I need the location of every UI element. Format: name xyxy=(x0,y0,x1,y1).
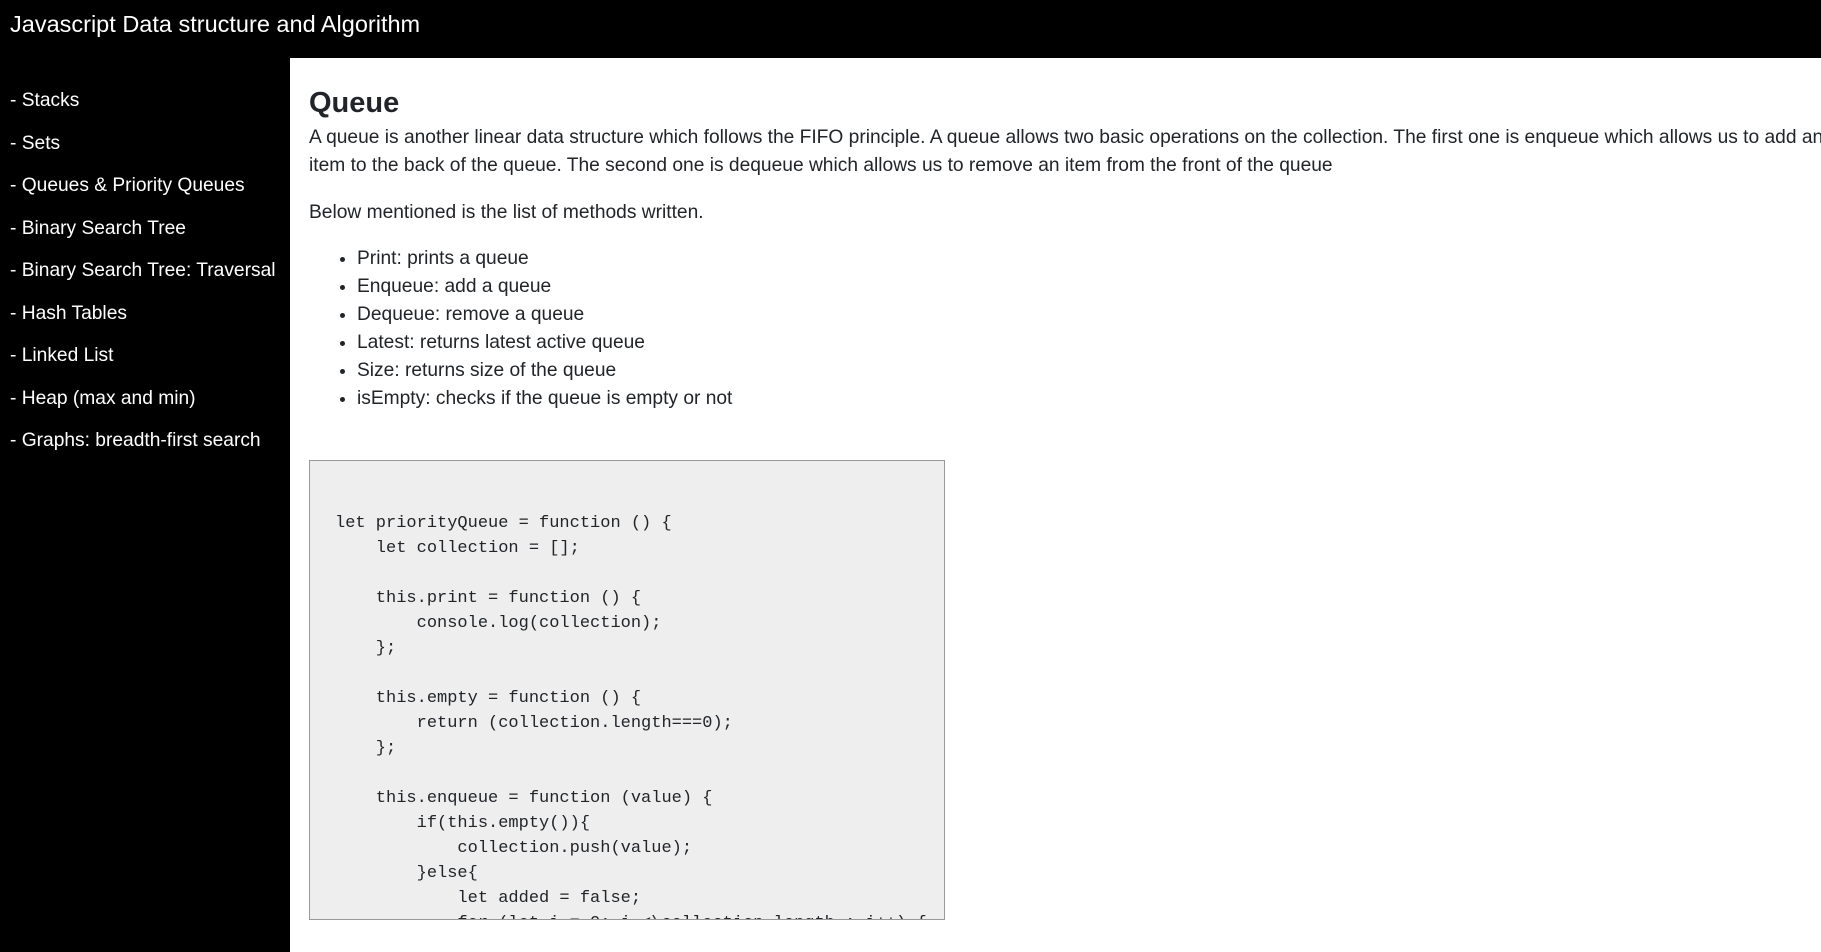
method-item-print: Print: prints a queue xyxy=(357,245,1821,273)
sidebar-item-stacks[interactable]: - Stacks xyxy=(0,88,290,131)
sidebar-menu: - Stacks - Sets - Queues & Priority Queu… xyxy=(0,58,290,471)
method-item-latest: Latest: returns latest active queue xyxy=(357,329,1821,357)
code-line: this.enqueue = function (value) { xyxy=(335,789,713,809)
method-item-isempty: isEmpty: checks if the queue is empty or… xyxy=(357,385,1821,413)
sidebar-item-label[interactable]: - Hash Tables xyxy=(10,303,127,324)
code-line: let added = false; xyxy=(335,889,642,909)
sidebar-item-label[interactable]: - Binary Search Tree: Traversal xyxy=(10,260,276,281)
method-item-size: Size: returns size of the queue xyxy=(357,357,1821,385)
sidebar-item-linked-list[interactable]: - Linked List xyxy=(0,343,290,386)
app-title: Javascript Data structure and Algorithm xyxy=(10,11,421,37)
sidebar-item-label[interactable]: - Binary Search Tree xyxy=(10,218,186,239)
sidebar-item-label[interactable]: - Sets xyxy=(10,133,60,154)
page-title: Queue xyxy=(309,87,400,119)
intro-line: item to the back of the queue. The secon… xyxy=(309,154,1333,176)
code-line: }; xyxy=(335,639,397,659)
sidebar-item-label[interactable]: - Queues & Priority Queues xyxy=(10,175,245,196)
sidebar-item-bst-traversal[interactable]: - Binary Search Tree: Traversal xyxy=(0,258,290,301)
code-line: if(this.empty()){ xyxy=(335,814,591,834)
sidebar-item-queues[interactable]: - Queues & Priority Queues xyxy=(0,173,290,216)
sidebar-item-label[interactable]: - Linked List xyxy=(10,345,113,366)
sidebar-item-binary-search-tree[interactable]: - Binary Search Tree xyxy=(0,216,290,259)
code-line: console.log(collection); xyxy=(335,614,662,634)
code-line: this.print = function () { xyxy=(335,589,642,609)
sidebar-item-label[interactable]: - Heap (max and min) xyxy=(10,388,196,409)
app-header: Javascript Data structure and Algorithm xyxy=(0,0,1821,58)
sidebar-item-hash-tables[interactable]: - Hash Tables xyxy=(0,301,290,344)
code-line: for (let i = 0; i <\collection.length ; … xyxy=(335,911,944,919)
code-line: }; xyxy=(335,739,397,759)
sidebar-item-graphs-bfs[interactable]: - Graphs: breadth-first search xyxy=(0,428,290,471)
sidebar: - Stacks - Sets - Queues & Priority Queu… xyxy=(0,58,290,952)
code-line: collection.push(value); xyxy=(335,839,693,859)
sidebar-item-sets[interactable]: - Sets xyxy=(0,131,290,174)
code-line: }else{ xyxy=(335,864,478,884)
sidebar-item-label[interactable]: - Stacks xyxy=(10,90,79,111)
code-line: let priorityQueue = function () { xyxy=(335,514,672,534)
main-content: Queue A queue is another linear data str… xyxy=(290,58,1821,952)
intro-paragraph: A queue is another linear data structure… xyxy=(309,124,1821,180)
intro-line: A queue is another linear data structure… xyxy=(309,127,1821,148)
code-block: let priorityQueue = function () { let co… xyxy=(309,460,945,921)
code-line: let collection = []; xyxy=(335,539,580,559)
code-content: let priorityQueue = function () { let co… xyxy=(335,511,944,919)
method-item-dequeue: Dequeue: remove a queue xyxy=(357,301,1821,329)
methods-list: Print: prints a queue Enqueue: add a que… xyxy=(309,245,1821,413)
method-item-enqueue: Enqueue: add a queue xyxy=(357,273,1821,301)
sidebar-item-heap[interactable]: - Heap (max and min) xyxy=(0,386,290,429)
methods-intro: Below mentioned is the list of methods w… xyxy=(309,201,704,223)
code-line: this.empty = function () { xyxy=(335,689,642,709)
code-line: return (collection.length===0); xyxy=(335,714,733,734)
sidebar-item-label[interactable]: - Graphs: breadth-first search xyxy=(10,430,261,451)
